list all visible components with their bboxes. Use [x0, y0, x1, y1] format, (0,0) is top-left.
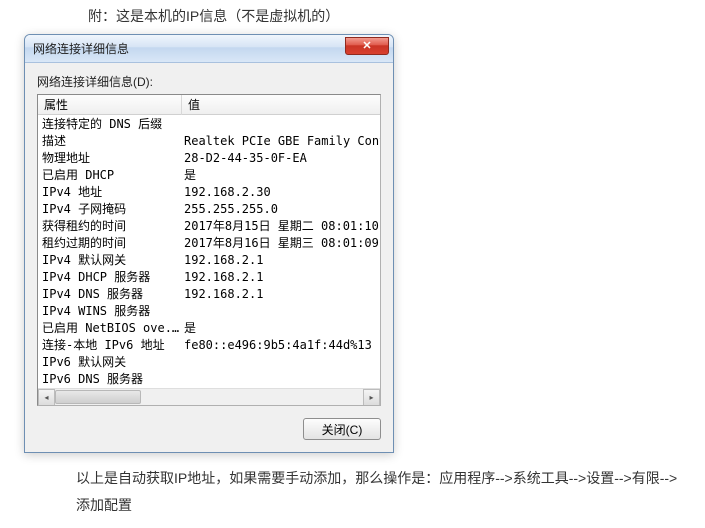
details-label: 网络连接详细信息(D):	[37, 73, 381, 90]
table-row[interactable]: IPv6 DNS 服务器	[38, 370, 380, 387]
table-row[interactable]: IPv4 DHCP 服务器192.168.2.1	[38, 268, 380, 285]
table-row[interactable]: 连接-本地 IPv6 地址fe80::e496:9b5:4a1f:44d%13	[38, 336, 380, 353]
window-title: 网络连接详细信息	[33, 40, 129, 57]
details-listview[interactable]: 属性 值 连接特定的 DNS 后缀描述Realtek PCIe GBE Fami…	[37, 94, 381, 406]
listview-rows: 连接特定的 DNS 后缀描述Realtek PCIe GBE Family Co…	[38, 115, 380, 388]
listview-header: 属性 值	[38, 95, 380, 115]
table-row[interactable]: 物理地址28-D2-44-35-0F-EA	[38, 149, 380, 166]
dialog-window: 网络连接详细信息 ✕ 网络连接详细信息(D): 属性 值 连接特定的 DNS 后…	[24, 34, 394, 453]
header-value[interactable]: 值	[182, 94, 380, 115]
table-row[interactable]: IPv4 子网掩码255.255.255.0	[38, 200, 380, 217]
caption-top: 附：这是本机的IP信息（不是虚拟机的）	[88, 6, 705, 26]
caption-bottom: 以上是自动获取IP地址，如果需要手动添加，那么操作是：应用程序-->系统工具--…	[76, 465, 685, 518]
property-cell: IPv4 WINS 服务器	[38, 302, 182, 319]
scroll-track[interactable]	[55, 389, 363, 405]
property-cell: IPv4 DNS 服务器	[38, 285, 182, 302]
value-cell: 255.255.255.0	[182, 202, 380, 216]
property-cell: IPv4 子网掩码	[38, 200, 182, 217]
table-row[interactable]: IPv6 默认网关	[38, 353, 380, 370]
close-icon: ✕	[362, 39, 371, 52]
table-row[interactable]: 已启用 NetBIOS ove...是	[38, 319, 380, 336]
property-cell: 已启用 DHCP	[38, 166, 182, 183]
value-cell: 28-D2-44-35-0F-EA	[182, 151, 380, 165]
header-property[interactable]: 属性	[38, 94, 182, 115]
table-row[interactable]: 连接特定的 DNS 后缀	[38, 115, 380, 132]
value-cell: fe80::e496:9b5:4a1f:44d%13	[182, 338, 380, 352]
property-cell: 描述	[38, 132, 182, 149]
property-cell: 租约过期的时间	[38, 234, 182, 251]
property-cell: 获得租约的时间	[38, 217, 182, 234]
property-cell: IPv6 默认网关	[38, 353, 182, 370]
property-cell: IPv4 默认网关	[38, 251, 182, 268]
value-cell: Realtek PCIe GBE Family Contro	[182, 134, 380, 148]
property-cell: IPv4 DHCP 服务器	[38, 268, 182, 285]
property-cell: 物理地址	[38, 149, 182, 166]
table-row[interactable]: 租约过期的时间2017年8月16日 星期三 08:01:09	[38, 234, 380, 251]
close-button[interactable]: 关闭(C)	[303, 418, 381, 440]
value-cell: 192.168.2.1	[182, 270, 380, 284]
property-cell: 连接特定的 DNS 后缀	[38, 115, 182, 132]
value-cell: 是	[182, 319, 380, 336]
value-cell: 是	[182, 166, 380, 183]
close-window-button[interactable]: ✕	[345, 37, 389, 55]
titlebar: 网络连接详细信息 ✕	[25, 35, 393, 63]
table-row[interactable]: 描述Realtek PCIe GBE Family Contro	[38, 132, 380, 149]
value-cell: 192.168.2.30	[182, 185, 380, 199]
value-cell: 192.168.2.1	[182, 253, 380, 267]
property-cell: IPv6 DNS 服务器	[38, 370, 182, 387]
table-row[interactable]: IPv4 DNS 服务器192.168.2.1	[38, 285, 380, 302]
dialog-content: 网络连接详细信息(D): 属性 值 连接特定的 DNS 后缀描述Realtek …	[25, 63, 393, 452]
scroll-left-button[interactable]: ◂	[38, 389, 55, 406]
value-cell: 192.168.2.1	[182, 287, 380, 301]
table-row[interactable]: IPv4 默认网关192.168.2.1	[38, 251, 380, 268]
property-cell: IPv4 地址	[38, 183, 182, 200]
property-cell: 已启用 NetBIOS ove...	[38, 319, 182, 336]
horizontal-scrollbar[interactable]: ◂ ▸	[38, 388, 380, 405]
table-row[interactable]: IPv4 地址192.168.2.30	[38, 183, 380, 200]
table-row[interactable]: 已启用 DHCP是	[38, 166, 380, 183]
scroll-right-button[interactable]: ▸	[363, 389, 380, 406]
table-row[interactable]: IPv4 WINS 服务器	[38, 302, 380, 319]
value-cell: 2017年8月16日 星期三 08:01:09	[182, 234, 380, 251]
value-cell: 2017年8月15日 星期二 08:01:10	[182, 217, 380, 234]
scroll-thumb[interactable]	[55, 390, 141, 404]
button-row: 关闭(C)	[37, 418, 381, 440]
table-row[interactable]: 获得租约的时间2017年8月15日 星期二 08:01:10	[38, 217, 380, 234]
property-cell: 连接-本地 IPv6 地址	[38, 336, 182, 353]
